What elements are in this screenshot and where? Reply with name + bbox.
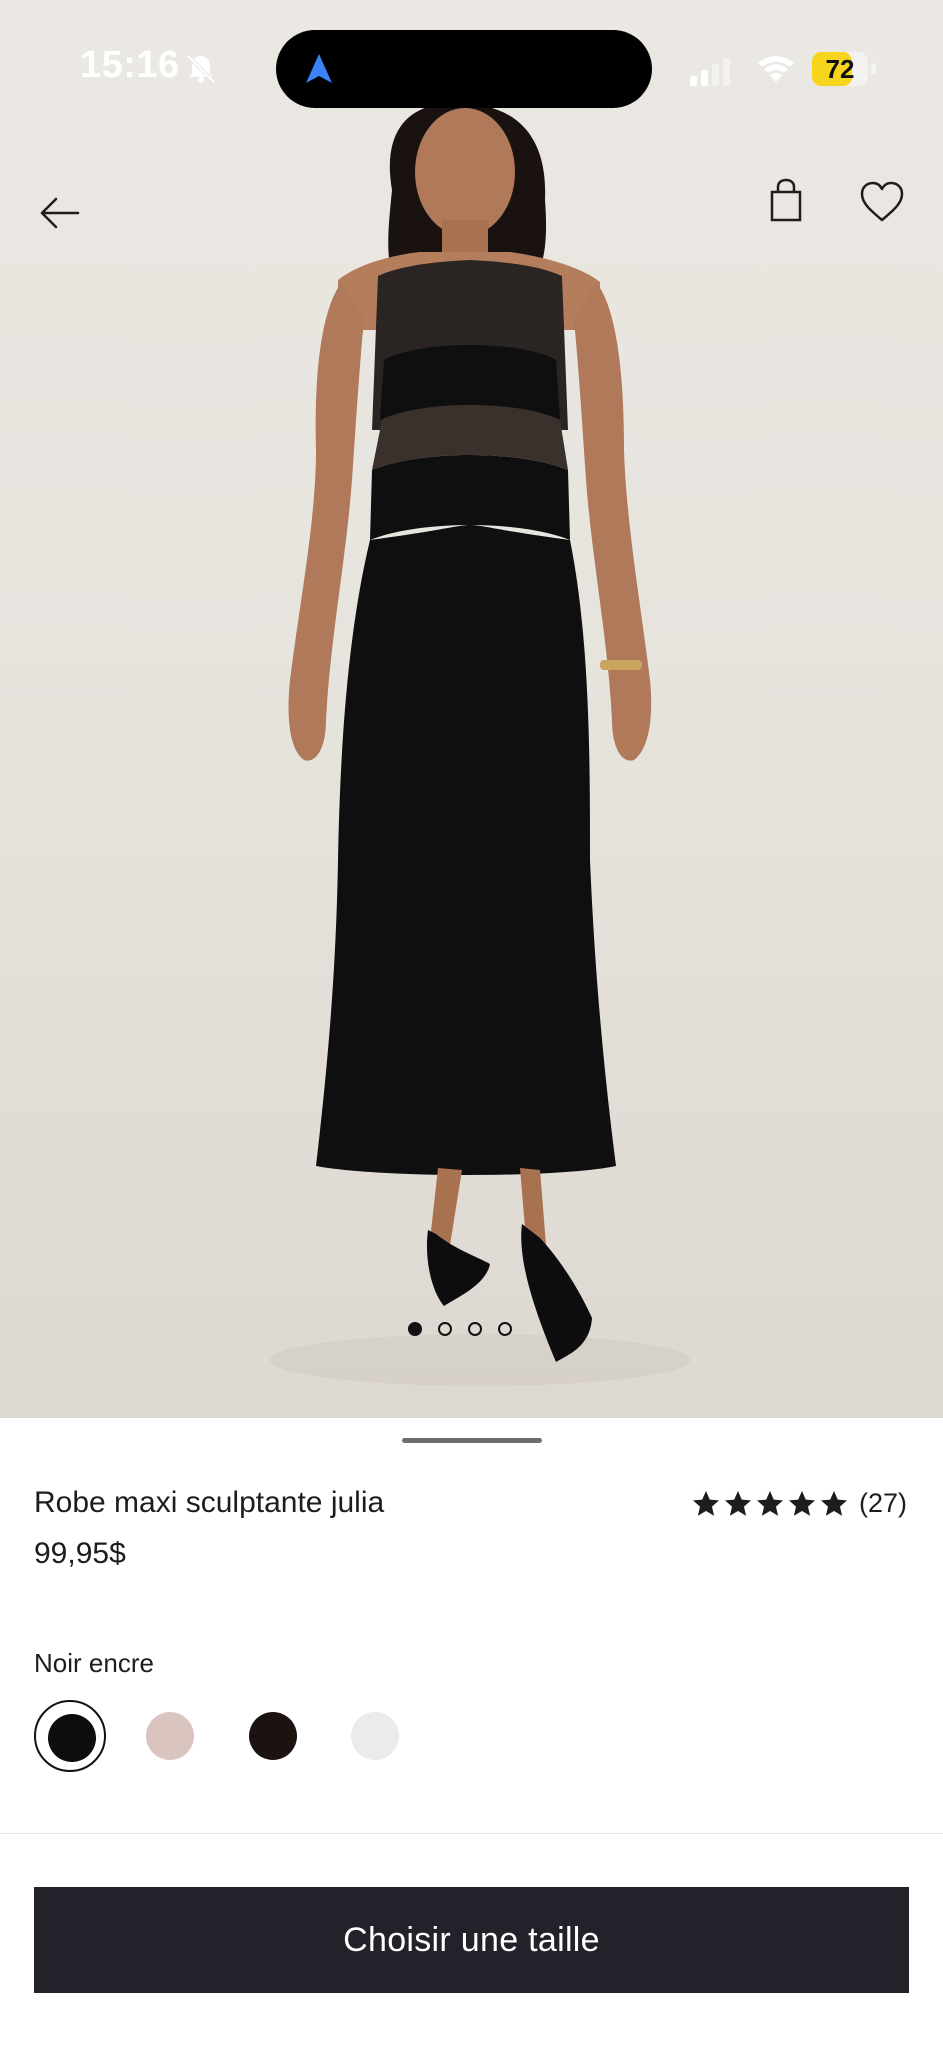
sheet-handle[interactable] xyxy=(402,1438,542,1443)
carousel-dot[interactable] xyxy=(468,1322,482,1336)
color-swatch[interactable] xyxy=(237,1700,309,1772)
carousel-dot[interactable] xyxy=(438,1322,452,1336)
battery-percent: 72 xyxy=(825,54,855,84)
location-arrow-icon xyxy=(306,54,332,83)
color-chip xyxy=(146,1712,194,1760)
rating-summary[interactable]: (27) xyxy=(691,1488,907,1519)
battery-tip xyxy=(871,63,876,75)
star-icon xyxy=(692,1490,719,1516)
battery-icon: 72 xyxy=(812,52,876,86)
product-title: Robe maxi sculptante julia xyxy=(34,1486,385,1519)
color-swatch[interactable] xyxy=(34,1700,106,1772)
carousel-dot[interactable] xyxy=(408,1322,422,1336)
product-page: 15:16 72 Robe maxi sculptante julia 99,9… xyxy=(0,0,943,2048)
color-swatch[interactable] xyxy=(134,1700,206,1772)
arrow-left-icon[interactable] xyxy=(30,180,90,240)
status-time: 15:16 xyxy=(80,44,180,86)
selected-color-label: Noir encre xyxy=(34,1648,154,1678)
divider xyxy=(0,1833,943,1834)
choose-size-button[interactable]: Choisir une taille xyxy=(34,1887,909,1993)
bell-slash-icon xyxy=(186,54,216,84)
heart-icon[interactable] xyxy=(852,172,912,232)
color-chip xyxy=(48,1714,96,1762)
dynamic-island xyxy=(276,30,652,108)
color-chip xyxy=(249,1712,297,1760)
wifi-icon xyxy=(758,56,794,82)
cellular-signal-icon xyxy=(690,58,730,86)
star-icon xyxy=(724,1490,751,1516)
color-chip xyxy=(351,1712,399,1760)
product-image-carousel[interactable]: 15:16 72 xyxy=(0,0,943,1418)
status-bar: 15:16 72 xyxy=(0,0,943,120)
review-count: (27) xyxy=(858,1488,907,1518)
star-icon xyxy=(820,1490,847,1516)
carousel-dots xyxy=(408,1322,512,1342)
star-rating xyxy=(691,1489,849,1519)
shopping-bag-icon[interactable] xyxy=(758,172,814,232)
battery-body: 72 xyxy=(812,52,868,86)
star-icon xyxy=(788,1490,815,1516)
product-price: 99,95$ xyxy=(34,1537,126,1570)
star-icon xyxy=(756,1490,783,1516)
color-swatch[interactable] xyxy=(339,1700,411,1772)
carousel-dot[interactable] xyxy=(498,1322,512,1336)
